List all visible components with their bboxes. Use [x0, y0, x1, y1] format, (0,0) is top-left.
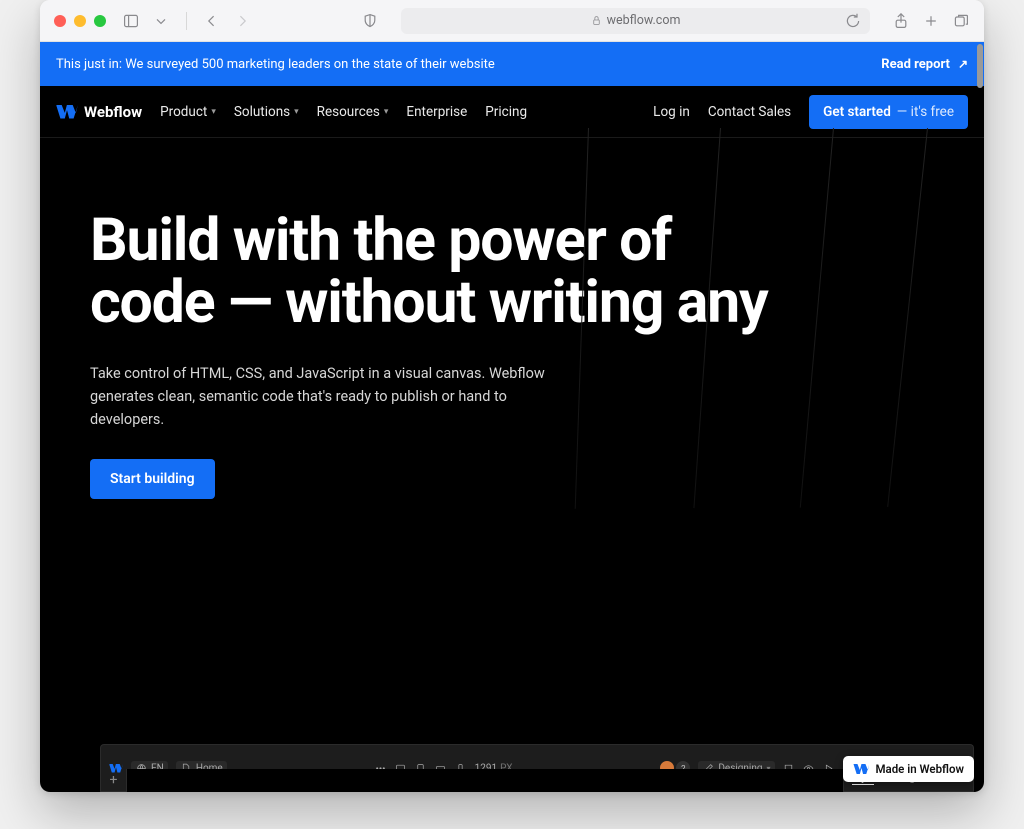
window-controls: [54, 15, 106, 27]
nav-solutions[interactable]: Solutions ▾: [234, 104, 299, 120]
login-link[interactable]: Log in: [653, 104, 690, 120]
nav-item-label: Pricing: [485, 104, 527, 120]
maximize-window-button[interactable]: [94, 15, 106, 27]
reload-icon[interactable]: [844, 12, 862, 30]
hero-title: Build with the power of code — without w…: [90, 210, 790, 334]
webflow-logo-mark-icon: [853, 764, 869, 774]
nav-item-label: Enterprise: [406, 104, 467, 120]
banner-cta-link[interactable]: Read report ↗: [881, 57, 968, 72]
nav-item-label: Product: [160, 104, 207, 120]
designer-canvas[interactable]: [127, 769, 843, 792]
hero-subtitle: Take control of HTML, CSS, and JavaScrip…: [90, 362, 560, 432]
cta-subtext: — it's free: [897, 104, 954, 120]
designer-left-rail: +: [101, 769, 127, 792]
nav-enterprise[interactable]: Enterprise: [406, 104, 467, 120]
external-arrow-icon: ↗: [958, 57, 968, 71]
made-in-webflow-badge[interactable]: Made in Webflow: [843, 756, 974, 782]
nav-pricing[interactable]: Pricing: [485, 104, 527, 120]
announcement-banner: This just in: We surveyed 500 marketing …: [40, 42, 984, 86]
banner-text: This just in: We surveyed 500 marketing …: [56, 57, 495, 72]
nav-item-label: Resources: [317, 104, 380, 120]
scrollbar-thumb[interactable]: [977, 44, 983, 88]
close-window-button[interactable]: [54, 15, 66, 27]
share-icon[interactable]: [892, 12, 910, 30]
hero-section: Build with the power of code — without w…: [40, 138, 984, 499]
back-button[interactable]: [203, 12, 221, 30]
nav-resources[interactable]: Resources ▾: [317, 104, 389, 120]
badge-label: Made in Webflow: [875, 762, 964, 776]
chevron-down-icon: ▾: [384, 107, 389, 117]
browser-window: webflow.com This just in: We surveyed 50…: [40, 0, 984, 792]
get-started-button[interactable]: Get started — it's free: [809, 95, 968, 129]
start-building-button[interactable]: Start building: [90, 459, 215, 499]
contact-label: Contact Sales: [708, 104, 791, 120]
chevron-down-icon: ▾: [211, 107, 216, 117]
cta-label: Get started: [823, 104, 891, 120]
add-element-button[interactable]: +: [110, 773, 118, 787]
nav-item-label: Solutions: [234, 104, 290, 120]
browser-toolbar: webflow.com: [40, 0, 984, 42]
sidebar-toggle-icon[interactable]: [122, 12, 140, 30]
hero-cta-label: Start building: [110, 471, 195, 487]
lock-icon: [591, 15, 602, 26]
login-label: Log in: [653, 104, 690, 120]
url-text: webflow.com: [607, 13, 681, 28]
main-nav: Webflow Product ▾ Solutions ▾ Resources …: [40, 86, 984, 138]
contact-sales-link[interactable]: Contact Sales: [708, 104, 791, 120]
page-viewport: This just in: We surveyed 500 marketing …: [40, 42, 984, 792]
tabs-overview-icon[interactable]: [952, 12, 970, 30]
banner-cta-label: Read report: [881, 57, 950, 72]
chevron-down-icon[interactable]: [152, 12, 170, 30]
address-bar[interactable]: webflow.com: [401, 8, 870, 34]
webflow-logo-mark-icon: [56, 105, 78, 119]
new-tab-icon[interactable]: [922, 12, 940, 30]
logo-text: Webflow: [84, 103, 142, 121]
forward-button[interactable]: [233, 12, 251, 30]
shield-privacy-icon[interactable]: [361, 12, 379, 30]
chevron-down-icon: ▾: [294, 107, 299, 117]
minimize-window-button[interactable]: [74, 15, 86, 27]
webflow-logo[interactable]: Webflow: [56, 103, 142, 121]
nav-product[interactable]: Product ▾: [160, 104, 216, 120]
